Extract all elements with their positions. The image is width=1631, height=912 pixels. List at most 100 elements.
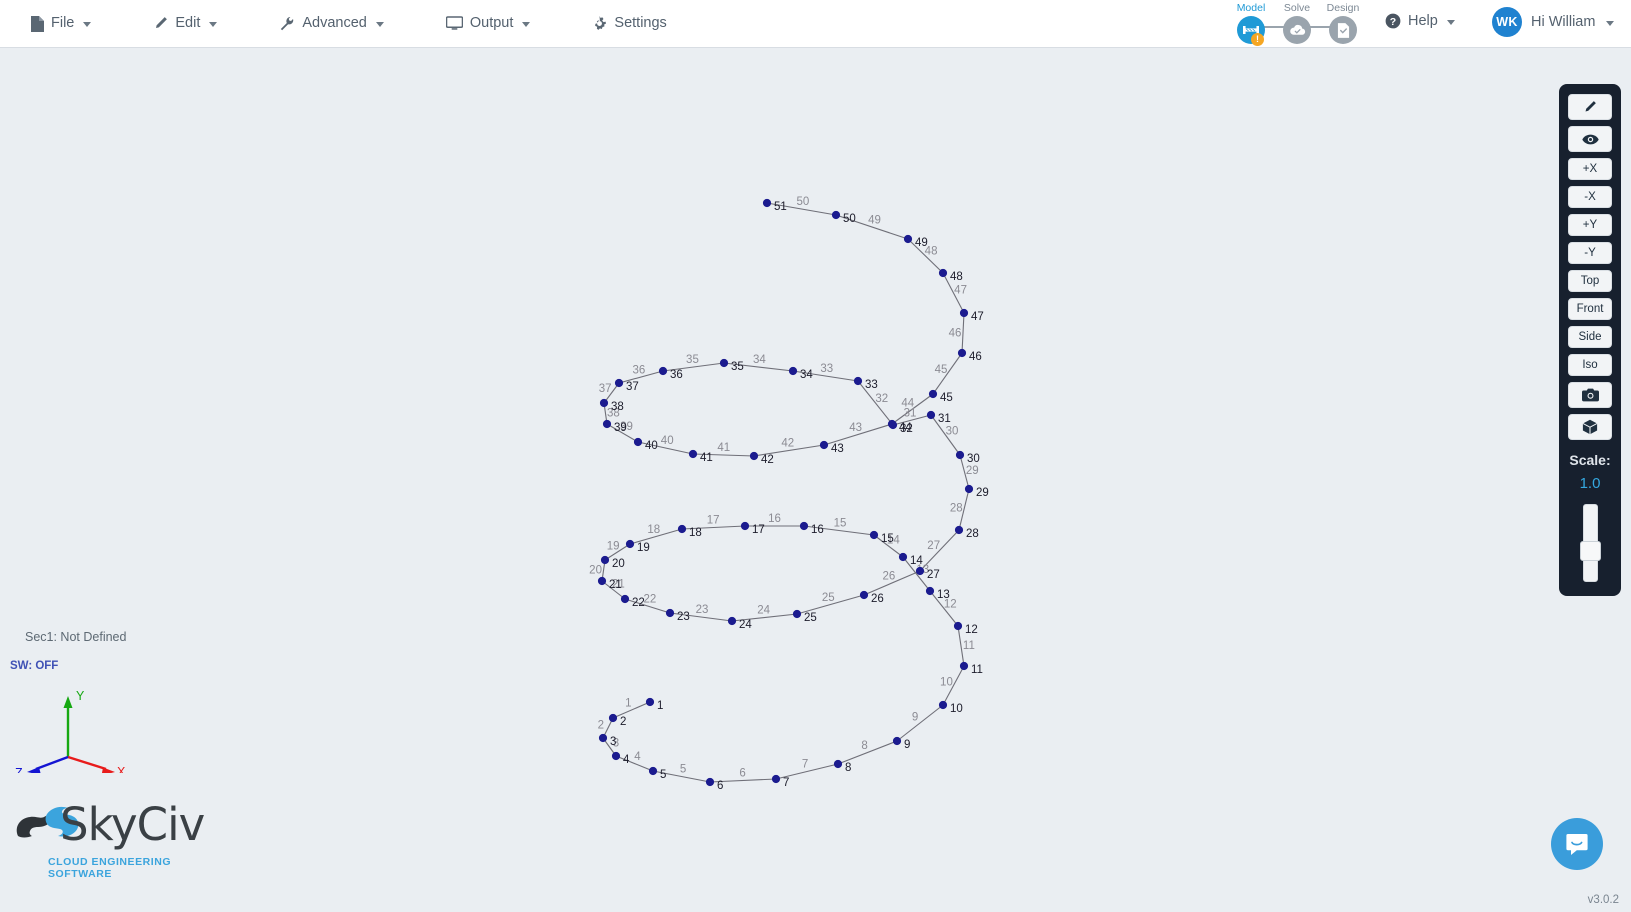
member[interactable] — [896, 704, 944, 742]
view-plus-x-button[interactable]: +X — [1568, 158, 1612, 180]
node-label: 51 — [774, 201, 787, 213]
main-menu-bar: File Edit Advanced Output Settings — [0, 10, 717, 38]
beam-icon[interactable]: ! — [1237, 16, 1265, 46]
node[interactable] — [938, 700, 948, 710]
scale-slider-thumb[interactable] — [1579, 541, 1601, 561]
scale-slider[interactable] — [1579, 504, 1601, 582]
view-minus-x-button[interactable]: -X — [1568, 186, 1612, 208]
menu-advanced-label: Advanced — [302, 15, 367, 32]
view-iso-button[interactable]: Iso — [1568, 354, 1612, 376]
view-top-button[interactable]: Top — [1568, 270, 1612, 292]
workflow-step-model[interactable]: Model ! — [1228, 2, 1274, 46]
node[interactable] — [608, 713, 618, 723]
workflow-step-design[interactable]: Design — [1320, 2, 1366, 44]
node[interactable] — [602, 419, 612, 429]
chat-support-button[interactable] — [1551, 818, 1603, 870]
node[interactable] — [788, 366, 798, 376]
menu-edit[interactable]: Edit — [141, 10, 229, 37]
node[interactable] — [633, 437, 643, 447]
model-canvas[interactable]: 1234567891011121314151617181920212223242… — [0, 48, 1631, 912]
node[interactable] — [831, 210, 841, 220]
member[interactable] — [961, 312, 965, 354]
member-label: 35 — [686, 354, 699, 366]
member-label: 5 — [680, 764, 686, 776]
node[interactable] — [859, 590, 869, 600]
view-front-button[interactable]: Front — [1568, 298, 1612, 320]
node[interactable] — [688, 449, 698, 459]
node[interactable] — [915, 566, 925, 576]
node-label: 26 — [871, 593, 884, 605]
node[interactable] — [645, 697, 655, 707]
cloud-check-icon[interactable] — [1283, 16, 1311, 44]
node[interactable] — [925, 586, 935, 596]
node[interactable] — [727, 616, 737, 626]
node[interactable] — [819, 440, 829, 450]
node[interactable] — [648, 766, 658, 776]
node[interactable] — [869, 530, 879, 540]
menu-file[interactable]: File — [18, 10, 103, 38]
node-label: 20 — [612, 558, 625, 570]
screenshot-tool-button[interactable] — [1568, 382, 1612, 408]
node[interactable] — [740, 521, 750, 531]
node[interactable] — [833, 759, 843, 769]
node[interactable] — [792, 609, 802, 619]
user-greeting: Hi William — [1531, 14, 1596, 30]
axis-label-y: Y — [76, 689, 85, 703]
node[interactable] — [600, 555, 610, 565]
node[interactable] — [614, 378, 624, 388]
node[interactable] — [625, 539, 635, 549]
node[interactable] — [658, 366, 668, 376]
node[interactable] — [892, 736, 902, 746]
node[interactable] — [665, 608, 675, 618]
node[interactable] — [954, 525, 964, 535]
node[interactable] — [611, 751, 621, 761]
node[interactable] — [762, 198, 772, 208]
menu-advanced[interactable]: Advanced — [267, 10, 396, 37]
node[interactable] — [938, 268, 948, 278]
member-label: 49 — [868, 214, 881, 226]
app-header: File Edit Advanced Output Settings Model… — [0, 0, 1631, 48]
view-plus-y-button[interactable]: +Y — [1568, 214, 1612, 236]
help-menu[interactable]: ? Help — [1385, 13, 1455, 29]
node[interactable] — [957, 348, 967, 358]
member-label: 9 — [912, 712, 918, 724]
chevron-down-icon — [375, 22, 384, 27]
node[interactable] — [597, 576, 607, 586]
view-minus-y-button[interactable]: -Y — [1568, 242, 1612, 264]
workflow-step-solve[interactable]: Solve — [1274, 2, 1320, 44]
node[interactable] — [964, 484, 974, 494]
node[interactable] — [853, 376, 863, 386]
view-side-button[interactable]: Side — [1568, 326, 1612, 348]
node[interactable] — [705, 777, 715, 787]
node[interactable] — [959, 661, 969, 671]
node[interactable] — [928, 389, 938, 399]
menu-settings[interactable]: Settings — [580, 10, 678, 37]
node[interactable] — [771, 774, 781, 784]
node[interactable] — [953, 621, 963, 631]
node[interactable] — [799, 521, 809, 531]
node[interactable] — [719, 358, 729, 368]
visibility-tool-button[interactable] — [1568, 126, 1612, 152]
axis-label-x: X — [117, 765, 126, 773]
render-3d-tool-button[interactable] — [1568, 414, 1612, 440]
node[interactable] — [620, 594, 630, 604]
node[interactable] — [599, 398, 609, 408]
member-label: 40 — [661, 435, 674, 447]
node[interactable] — [887, 419, 897, 429]
document-check-icon[interactable] — [1329, 16, 1357, 44]
user-menu[interactable]: WK Hi William — [1492, 7, 1615, 37]
help-menu-label: Help — [1408, 13, 1438, 29]
node[interactable] — [955, 450, 965, 460]
node[interactable] — [926, 410, 936, 420]
node[interactable] — [677, 524, 687, 534]
node[interactable] — [959, 308, 969, 318]
node[interactable] — [903, 234, 913, 244]
structural-model-view[interactable]: 1234567891011121314151617181920212223242… — [0, 48, 1631, 912]
workflow-step-solve-label: Solve — [1283, 2, 1311, 14]
node-label: 16 — [811, 524, 824, 536]
node[interactable] — [898, 552, 908, 562]
node[interactable] — [598, 733, 608, 743]
node[interactable] — [749, 451, 759, 461]
pencil-tool-button[interactable] — [1568, 94, 1612, 120]
menu-output[interactable]: Output — [434, 10, 543, 37]
